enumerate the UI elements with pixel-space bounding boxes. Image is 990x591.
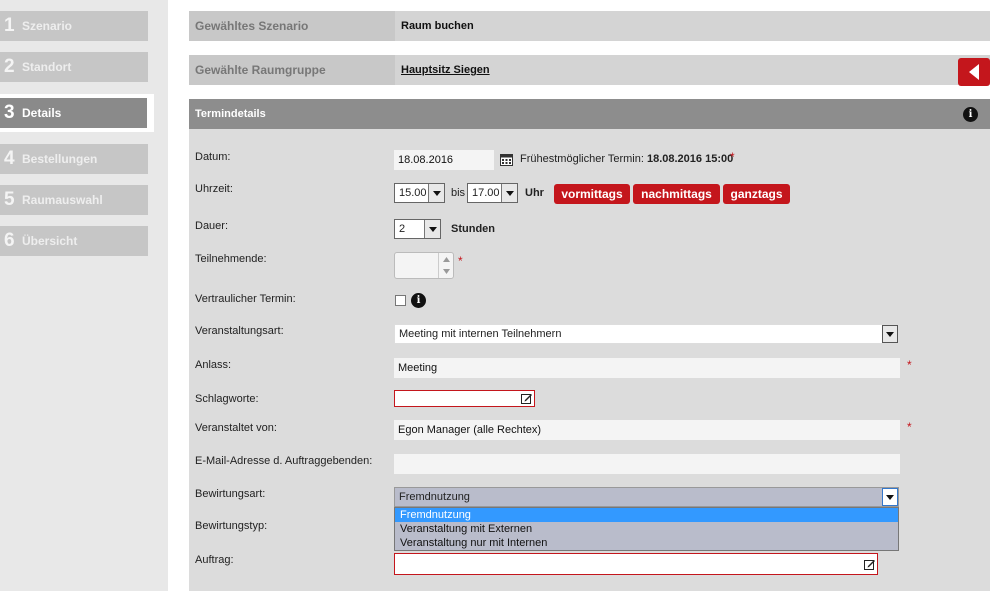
email-input[interactable] (394, 454, 900, 474)
duration-value: 2 (399, 223, 406, 235)
step-navigation: 1 Szenario 2 Standort 3 Details 4 Bestel… (0, 0, 168, 591)
time-unit: Uhr (525, 187, 544, 199)
time-from-select[interactable]: 15.00 (394, 183, 445, 203)
email-label: E-Mail-Adresse d. Auftraggebenden: (195, 455, 373, 467)
order-label: Auftrag: (195, 554, 234, 566)
edit-icon[interactable] (864, 559, 875, 570)
duration-unit: Stunden (451, 223, 495, 235)
edit-icon[interactable] (521, 393, 532, 404)
step-label: Standort (22, 60, 72, 74)
catering-option[interactable]: Fremdnutzung (395, 508, 898, 522)
step-uebersicht[interactable]: 6 Übersicht (0, 226, 148, 256)
chevron-down-icon (882, 488, 898, 506)
earliest-date-value: 18.08.2016 15:00 (646, 153, 734, 165)
earliest-date-text: Frühestmöglicher Termin: 18.08.2016 15:0… (520, 153, 733, 165)
step-number: 3 (4, 102, 15, 123)
date-label: Datum: (195, 151, 231, 163)
morning-button[interactable]: vormittags (554, 184, 630, 204)
step-raumauswahl[interactable]: 5 Raumauswahl (0, 185, 148, 215)
organizer-label: Veranstaltet von: (195, 422, 277, 434)
earliest-date-prefix: Frühestmöglicher Termin: (520, 153, 644, 165)
catering-select[interactable]: Fremdnutzung (394, 487, 899, 507)
info-icon[interactable]: i (411, 293, 426, 308)
eventtype-label: Veranstaltungsart: (195, 325, 284, 337)
spinner-arrows-icon (443, 257, 450, 274)
step-label: Bestellungen (22, 152, 98, 166)
date-input[interactable]: 18.08.2016 (394, 150, 494, 170)
step-details[interactable]: 3 Details (0, 94, 154, 132)
organizer-input[interactable]: Egon Manager (alle Rechtex) (394, 420, 900, 440)
time-label: Uhrzeit: (195, 183, 233, 195)
catering-dropdown-list: Fremdnutzung Veranstaltung mit Externen … (394, 507, 899, 551)
step-szenario[interactable]: 1 Szenario (0, 11, 148, 41)
keywords-input[interactable] (394, 390, 535, 407)
afternoon-button[interactable]: nachmittags (633, 184, 720, 204)
chevron-down-icon (501, 184, 517, 202)
main-content: Gewähltes Szenario Raum buchen Gewählte … (168, 0, 990, 591)
eventtype-value: Meeting mit internen Teilnehmern (399, 328, 562, 340)
duration-label: Dauer: (195, 220, 229, 232)
time-to-value: 17.00 (472, 187, 500, 199)
spinner-buttons[interactable] (438, 253, 453, 278)
panel-title: Termindetails (195, 108, 266, 120)
required-marker: * (730, 150, 735, 164)
step-number: 2 (4, 56, 15, 77)
chevron-down-icon (428, 184, 444, 202)
allday-button[interactable]: ganztags (723, 184, 790, 204)
step-label: Szenario (22, 19, 73, 33)
catering-option[interactable]: Veranstaltung nur mit Internen (395, 536, 898, 550)
eventtype-select[interactable]: Meeting mit internen Teilnehmern (394, 324, 899, 344)
selected-scenario-label: Gewähltes Szenario (195, 19, 309, 33)
selected-scenario-value: Raum buchen (395, 11, 990, 41)
calendar-icon[interactable] (500, 153, 513, 166)
keywords-label: Schlagworte: (195, 393, 259, 405)
catering-option[interactable]: Veranstaltung mit Externen (395, 522, 898, 536)
order-input[interactable] (394, 553, 878, 575)
termindetails-panel: Termindetails i Datum: 18.08.2016 Frühes… (189, 99, 990, 591)
occasion-label: Anlass: (195, 359, 232, 371)
catering-value: Fremdnutzung (399, 491, 470, 503)
catering-label: Bewirtungsart: (195, 488, 266, 500)
time-between-text: bis (451, 187, 466, 199)
selected-roomgroup-row: Gewählte Raumgruppe Hauptsitz Siegen (189, 55, 990, 85)
step-label: Details (22, 106, 62, 120)
step-number: 4 (4, 148, 15, 169)
selected-scenario-row: Gewähltes Szenario Raum buchen (189, 11, 990, 41)
participants-spinner[interactable] (394, 252, 454, 279)
selected-roomgroup-value-cell: Hauptsitz Siegen (395, 55, 990, 85)
selected-roomgroup-label: Gewählte Raumgruppe (195, 63, 326, 77)
confidential-label: Vertraulicher Termin: (195, 293, 296, 305)
required-marker: * (907, 420, 912, 434)
step-bestellungen[interactable]: 4 Bestellungen (0, 144, 148, 174)
back-arrow-icon (969, 64, 979, 80)
step-standort[interactable]: 2 Standort (0, 52, 148, 82)
duration-select[interactable]: 2 (394, 219, 441, 239)
step-label: Übersicht (22, 234, 78, 248)
step-label: Raumauswahl (22, 193, 103, 207)
occasion-input[interactable]: Meeting (394, 358, 900, 378)
step-details-inner: 3 Details (0, 98, 147, 128)
confidential-checkbox[interactable] (395, 295, 406, 306)
back-button[interactable] (958, 58, 990, 86)
required-marker: * (458, 254, 463, 268)
chevron-down-icon (424, 220, 440, 238)
participants-label: Teilnehmende: (195, 253, 267, 265)
roomgroup-link[interactable]: Hauptsitz Siegen (401, 64, 490, 76)
chevron-down-icon (882, 325, 898, 343)
info-icon[interactable]: i (963, 107, 978, 122)
required-marker: * (907, 358, 912, 372)
step-number: 5 (4, 189, 15, 210)
step-number: 6 (4, 230, 15, 251)
time-to-select[interactable]: 17.00 (467, 183, 518, 203)
step-number: 1 (4, 15, 15, 36)
time-from-value: 15.00 (399, 187, 427, 199)
panel-header: Termindetails i (189, 99, 990, 129)
cateringtype-label: Bewirtungstyp: (195, 520, 268, 532)
